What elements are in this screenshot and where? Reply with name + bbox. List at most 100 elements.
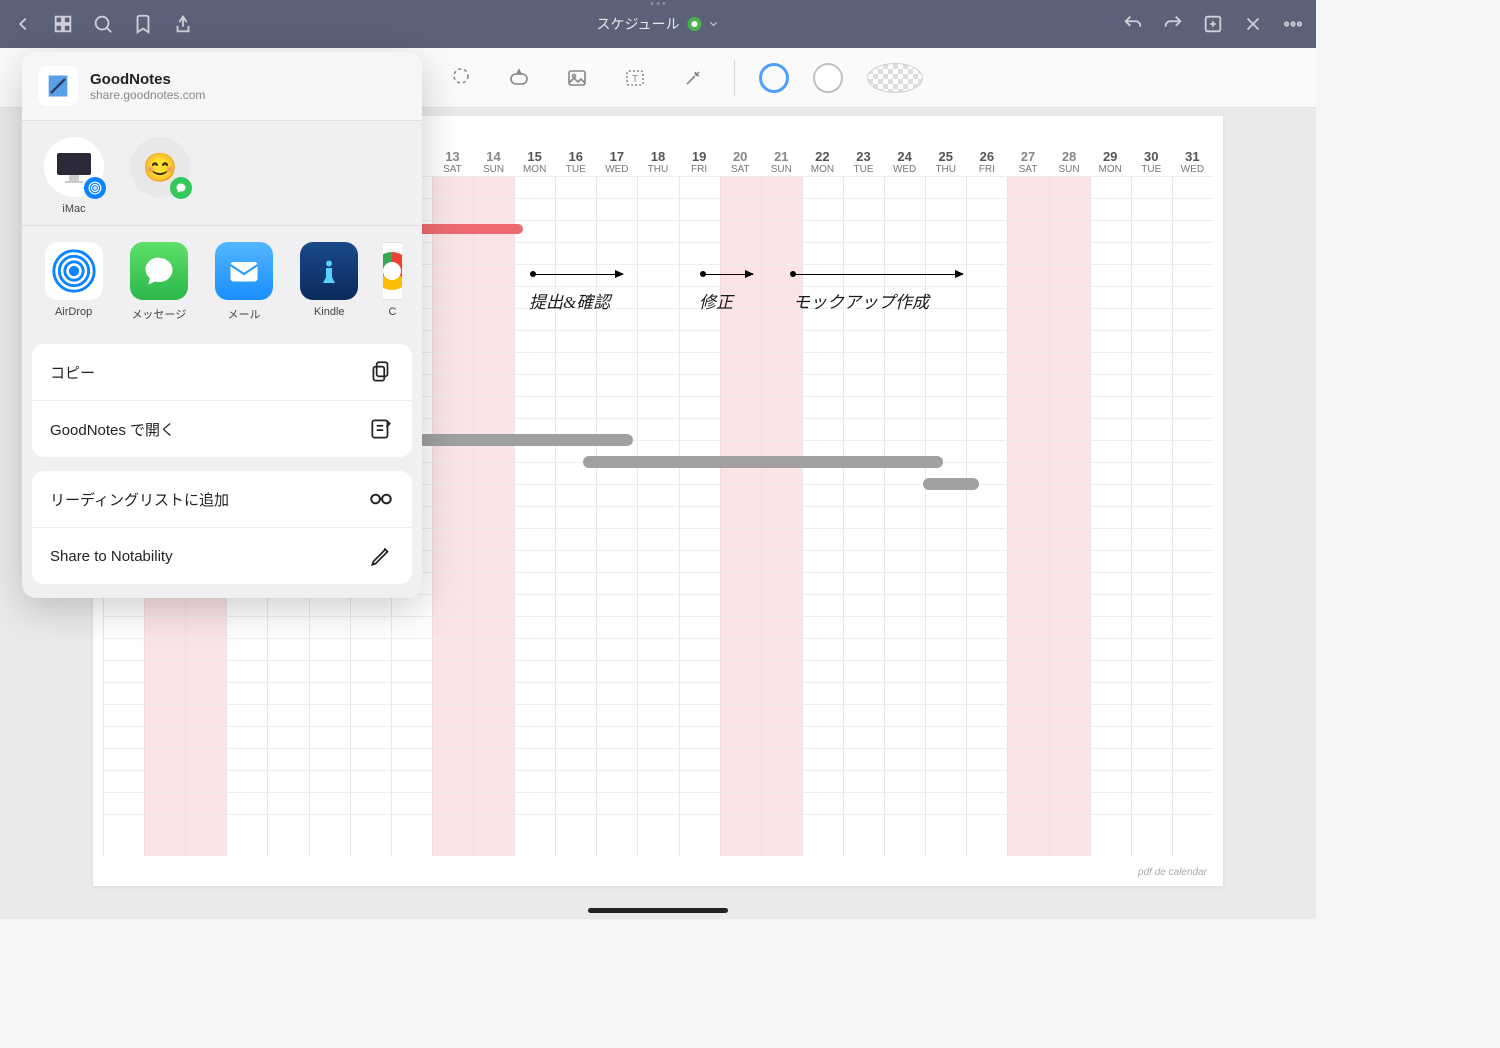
- day-header: 22MON: [802, 150, 843, 176]
- day-header: 31WED: [1172, 150, 1213, 176]
- app-label: メッセージ: [131, 306, 186, 322]
- share-app-chrome[interactable]: C: [383, 242, 402, 322]
- app-label: C: [388, 306, 396, 318]
- arrow-3: [703, 274, 753, 275]
- goodnotes-icon: [368, 416, 394, 442]
- day-header: 27SAT: [1007, 150, 1048, 176]
- airdrop-target-contact[interactable]: 😊: [130, 137, 190, 215]
- add-page-icon[interactable]: [1202, 13, 1224, 35]
- lasso-tool-icon[interactable]: [444, 61, 478, 95]
- messages-icon: [130, 242, 188, 300]
- day-header: 28SUN: [1049, 150, 1090, 176]
- task-label-4: モックアップ作成: [793, 288, 929, 313]
- share-app-airdrop[interactable]: AirDrop: [42, 242, 105, 322]
- glasses-icon: [368, 486, 394, 512]
- day-header: 16TUE: [555, 150, 596, 176]
- action-share-notability[interactable]: Share to Notability: [32, 528, 412, 584]
- page-footer: pdf de calendar: [1138, 867, 1207, 878]
- shape-tool-icon[interactable]: [502, 61, 536, 95]
- airdrop-targets: iMac 😊: [22, 121, 422, 225]
- gray-bar-3: [923, 478, 979, 490]
- day-header: 19FRI: [679, 150, 720, 176]
- day-header: 18THU: [637, 150, 678, 176]
- app-label: Kindle: [314, 306, 345, 318]
- kindle-icon: [300, 242, 358, 300]
- day-header: 26FRI: [966, 150, 1007, 176]
- share-header: GoodNotes share.goodnotes.com: [22, 52, 422, 121]
- goodnotes-app-icon: [38, 66, 78, 106]
- more-icon[interactable]: [1282, 13, 1304, 35]
- task-label-3: 修正: [699, 288, 733, 313]
- share-actions-2: リーディングリストに追加 Share to Notability: [32, 471, 412, 584]
- action-label: Share to Notability: [50, 548, 173, 565]
- day-header: 13SAT: [432, 150, 473, 176]
- share-apps-row: AirDrop メッセージ メール Kindle C: [22, 225, 422, 336]
- day-header: 17WED: [596, 150, 637, 176]
- day-header: 30TUE: [1131, 150, 1172, 176]
- image-tool-icon[interactable]: [560, 61, 594, 95]
- search-icon[interactable]: [92, 13, 114, 35]
- weekend-band: [1007, 176, 1048, 856]
- weekend-band: [473, 176, 514, 856]
- share-sheet: GoodNotes share.goodnotes.com iMac 😊: [22, 52, 422, 598]
- action-copy[interactable]: コピー: [32, 344, 412, 401]
- share-app-kindle[interactable]: Kindle: [298, 242, 361, 322]
- title-text: スケジュール: [596, 14, 679, 34]
- document-title[interactable]: スケジュール: [596, 14, 719, 34]
- airdrop-target-label: iMac: [62, 203, 85, 215]
- weekend-band: [720, 176, 761, 856]
- undo-icon[interactable]: [1122, 13, 1144, 35]
- airdrop-badge-icon: [84, 177, 106, 199]
- arrow-2: [533, 274, 623, 275]
- mail-icon: [215, 242, 273, 300]
- share-actions-1: コピー GoodNotes で開く: [32, 344, 412, 457]
- action-open-goodnotes[interactable]: GoodNotes で開く: [32, 401, 412, 457]
- day-header: 15MON: [514, 150, 555, 176]
- airdrop-icon: [45, 242, 103, 300]
- color-white-swatch[interactable]: [813, 63, 843, 93]
- divider: [734, 60, 735, 96]
- weekend-band: [761, 176, 802, 856]
- weekend-band: [1049, 176, 1090, 856]
- day-header: 29MON: [1090, 150, 1131, 176]
- share-app-name: GoodNotes: [90, 71, 205, 88]
- bookmark-icon[interactable]: [132, 13, 154, 35]
- day-header: 20SAT: [720, 150, 761, 176]
- arrow-4: [793, 274, 963, 275]
- app-label: AirDrop: [55, 306, 92, 318]
- emoji-blush-icon: 😊: [130, 137, 190, 197]
- day-header: 25THU: [925, 150, 966, 176]
- copy-icon: [368, 359, 394, 385]
- gray-bar-2: [583, 456, 943, 468]
- day-header: 23TUE: [843, 150, 884, 176]
- sync-status-icon: [688, 17, 702, 31]
- pencil-icon: [368, 543, 394, 569]
- messages-badge-icon: [170, 177, 192, 199]
- action-label: リーディングリストに追加: [50, 489, 229, 510]
- text-tool-icon[interactable]: T: [618, 61, 652, 95]
- laser-tool-icon[interactable]: [676, 61, 710, 95]
- action-label: GoodNotes で開く: [50, 419, 175, 440]
- share-icon[interactable]: [172, 13, 194, 35]
- drag-indicator: [651, 2, 666, 5]
- weekend-band: [432, 176, 473, 856]
- share-app-messages[interactable]: メッセージ: [127, 242, 190, 322]
- color-blue-swatch[interactable]: [759, 63, 789, 93]
- close-icon[interactable]: [1242, 13, 1264, 35]
- thumbnails-icon[interactable]: [52, 13, 74, 35]
- back-icon[interactable]: [12, 13, 34, 35]
- chevron-down-icon: [708, 18, 720, 30]
- action-reading-list[interactable]: リーディングリストに追加: [32, 471, 412, 528]
- action-label: コピー: [50, 362, 95, 383]
- airdrop-target-imac[interactable]: iMac: [44, 137, 104, 215]
- color-transparent-swatch[interactable]: [867, 63, 923, 93]
- app-label: メール: [228, 306, 261, 322]
- share-app-domain: share.goodnotes.com: [90, 88, 205, 102]
- redo-icon[interactable]: [1162, 13, 1184, 35]
- top-nav: スケジュール: [0, 0, 1316, 48]
- svg-text:T: T: [632, 74, 638, 85]
- home-indicator: [588, 908, 728, 913]
- share-app-mail[interactable]: メール: [212, 242, 275, 322]
- task-label-2: 提出&確認: [529, 288, 610, 313]
- day-header: 14SUN: [473, 150, 514, 176]
